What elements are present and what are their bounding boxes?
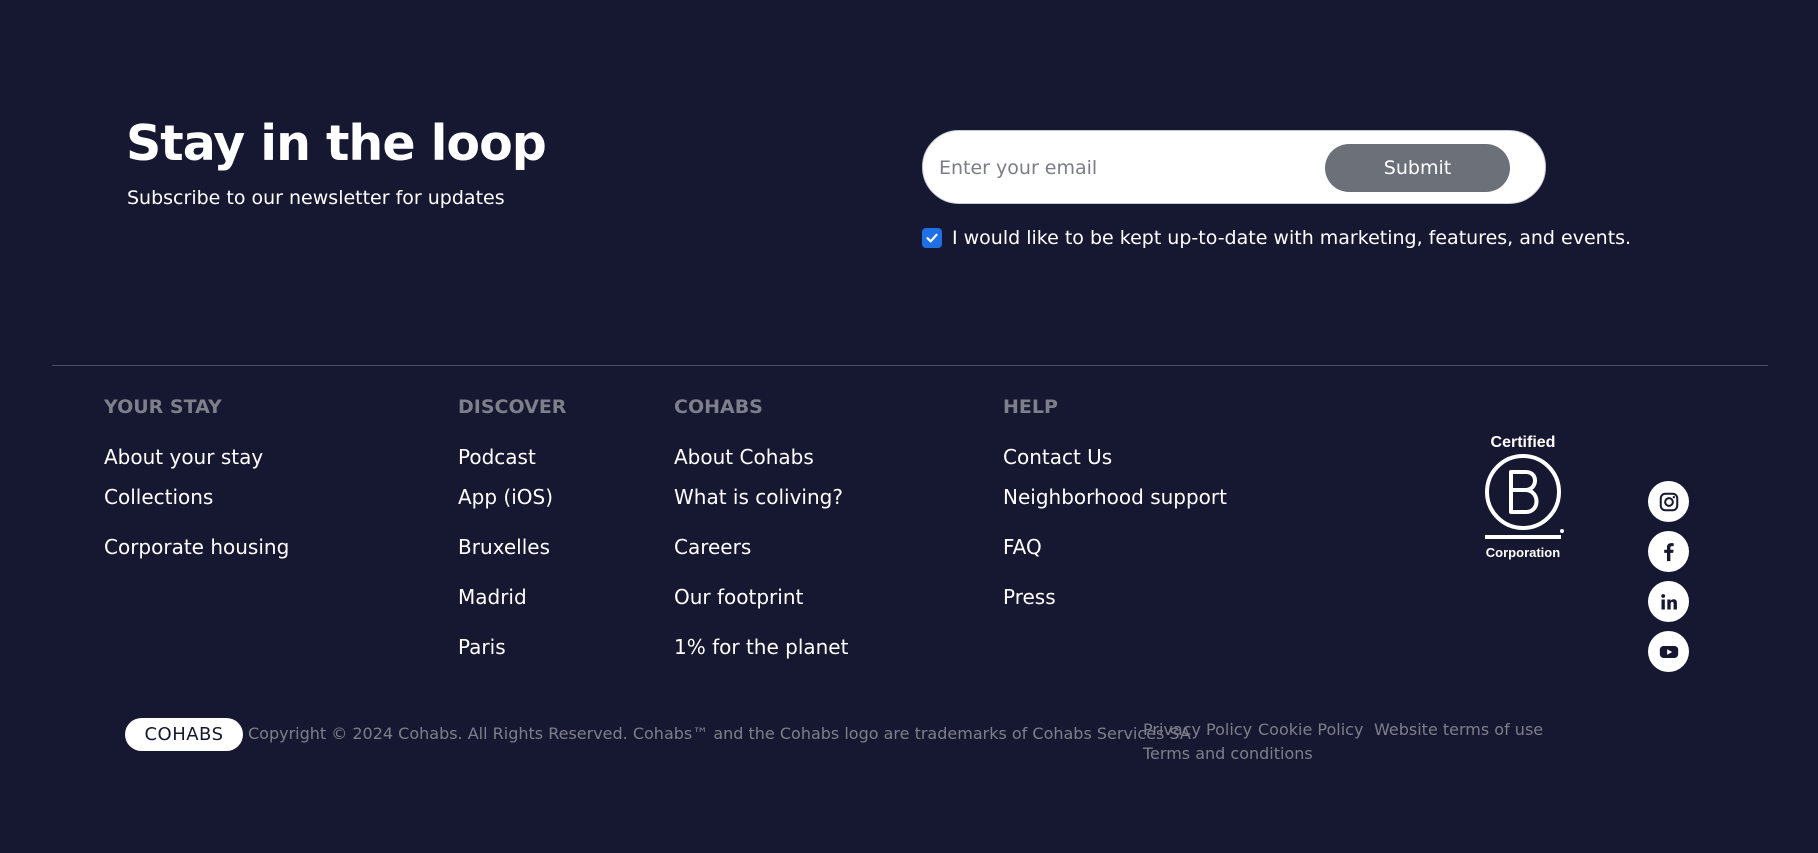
consent-checkbox[interactable] (922, 228, 942, 248)
linkedin-link[interactable] (1648, 581, 1689, 622)
submit-button[interactable]: Submit (1325, 144, 1510, 192)
terms-and-conditions-link[interactable]: Terms and conditions (1143, 743, 1313, 765)
email-input[interactable] (937, 149, 1321, 187)
certified-text: Certified (1491, 434, 1556, 451)
footer-divider (52, 365, 1768, 366)
instagram-icon (1659, 492, 1678, 511)
website-terms-link[interactable]: Website terms of use (1374, 719, 1543, 741)
link-collections[interactable]: Collections (104, 484, 213, 510)
instagram-link[interactable] (1648, 481, 1689, 522)
b-corp-logo: Certified Corporation (1485, 434, 1564, 560)
facebook-link[interactable] (1648, 531, 1689, 572)
link-about-your-stay[interactable]: About your stay (104, 444, 263, 470)
link-one-percent-planet[interactable]: 1% for the planet (674, 634, 848, 660)
cookie-policy-link[interactable]: Cookie Policy (1258, 719, 1363, 741)
cohabs-logo[interactable]: COHABS (125, 718, 243, 751)
youtube-icon (1659, 645, 1678, 658)
privacy-policy-link[interactable]: Privacy Policy (1143, 719, 1252, 741)
column-title-cohabs: COHABS (674, 396, 763, 418)
newsletter-form: Submit (922, 130, 1546, 204)
column-title-discover: DISCOVER (458, 396, 567, 418)
link-what-is-coliving[interactable]: What is coliving? (674, 484, 843, 510)
check-icon (926, 233, 938, 243)
link-faq[interactable]: FAQ (1003, 534, 1042, 560)
link-corporate-housing[interactable]: Corporate housing (104, 534, 289, 560)
link-app-ios[interactable]: App (iOS) (458, 484, 553, 510)
link-neighborhood-support[interactable]: Neighborhood support (1003, 484, 1227, 510)
link-madrid[interactable]: Madrid (458, 584, 527, 610)
link-podcast[interactable]: Podcast (458, 444, 536, 470)
column-title-your-stay: YOUR STAY (104, 396, 222, 418)
consent-label: I would like to be kept up-to-date with … (952, 227, 1632, 249)
youtube-link[interactable] (1648, 631, 1689, 672)
link-contact-us[interactable]: Contact Us (1003, 444, 1112, 470)
newsletter-title: Stay in the loop (126, 115, 547, 172)
link-careers[interactable]: Careers (674, 534, 751, 560)
facebook-icon (1663, 542, 1674, 561)
copyright-text: Copyright © 2024 Cohabs. All Rights Rese… (248, 724, 1191, 743)
corporation-text: Corporation (1486, 545, 1560, 560)
link-paris[interactable]: Paris (458, 634, 506, 660)
link-our-footprint[interactable]: Our footprint (674, 584, 803, 610)
linkedin-icon (1660, 593, 1677, 609)
link-about-cohabs[interactable]: About Cohabs (674, 444, 814, 470)
link-bruxelles[interactable]: Bruxelles (458, 534, 550, 560)
newsletter-subtitle: Subscribe to our newsletter for updates (127, 187, 505, 209)
b-corp-certification: Certified Corporation (1478, 430, 1568, 562)
column-title-help: HELP (1003, 396, 1058, 418)
link-press[interactable]: Press (1003, 584, 1056, 610)
